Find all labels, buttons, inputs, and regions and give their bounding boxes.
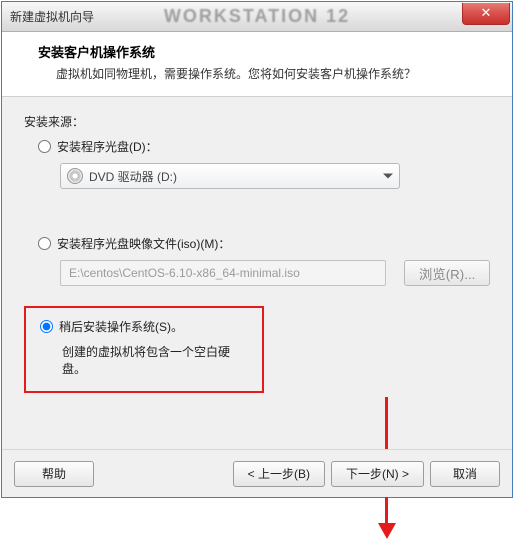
help-button[interactable]: 帮助	[14, 461, 94, 487]
cancel-button[interactable]: 取消	[430, 461, 500, 487]
background-watermark: WORKSTATION 12	[164, 6, 350, 27]
option-iso-group: 安装程序光盘映像文件(iso)(M)： 浏览(R)...	[38, 235, 490, 286]
disc-drive-dropdown[interactable]: DVD 驱动器 (D:)	[60, 163, 400, 189]
radio-later-label[interactable]: 稍后安装操作系统(S)。	[59, 318, 183, 335]
next-button[interactable]: 下一步(N) >	[331, 461, 424, 487]
wizard-window: 新建虚拟机向导 WORKSTATION 12 ✕ 安装客户机操作系统 虚拟机如同…	[1, 1, 513, 498]
iso-path-input[interactable]	[60, 260, 386, 286]
page-heading: 安装客户机操作系统	[38, 42, 492, 61]
radio-later[interactable]	[40, 320, 53, 333]
cd-icon	[67, 168, 83, 184]
close-icon: ✕	[481, 5, 492, 20]
window-title: 新建虚拟机向导	[10, 8, 94, 25]
option-disc-group: 安装程序光盘(D)： DVD 驱动器 (D:)	[38, 138, 490, 189]
wizard-header: 安装客户机操作系统 虚拟机如同物理机，需要操作系统。您将如何安装客户机操作系统？	[2, 32, 512, 97]
browse-button[interactable]: 浏览(R)...	[404, 260, 490, 286]
close-button[interactable]: ✕	[462, 3, 510, 25]
wizard-body: 安装来源： 安装程序光盘(D)： DVD 驱动器 (D:) 安装程序光盘映像文件…	[2, 97, 512, 393]
title-bar: 新建虚拟机向导 WORKSTATION 12 ✕	[2, 2, 512, 32]
wizard-footer: 帮助 < 上一步(B) 下一步(N) > 取消	[2, 449, 512, 497]
option-later-highlight: 稍后安装操作系统(S)。 创建的虚拟机将包含一个空白硬盘。	[24, 306, 264, 393]
radio-iso-label[interactable]: 安装程序光盘映像文件(iso)(M)：	[57, 235, 230, 252]
chevron-down-icon	[383, 174, 393, 179]
back-button[interactable]: < 上一步(B)	[233, 461, 325, 487]
radio-disc[interactable]	[38, 140, 51, 153]
disc-drive-value: DVD 驱动器 (D:)	[89, 168, 177, 185]
radio-disc-label[interactable]: 安装程序光盘(D)：	[57, 138, 158, 155]
page-subheading: 虚拟机如同物理机，需要操作系统。您将如何安装客户机操作系统？	[56, 65, 492, 82]
install-source-label: 安装来源：	[24, 113, 490, 130]
arrow-down-icon	[378, 523, 396, 539]
later-description: 创建的虚拟机将包含一个空白硬盘。	[62, 343, 248, 377]
radio-iso[interactable]	[38, 237, 51, 250]
